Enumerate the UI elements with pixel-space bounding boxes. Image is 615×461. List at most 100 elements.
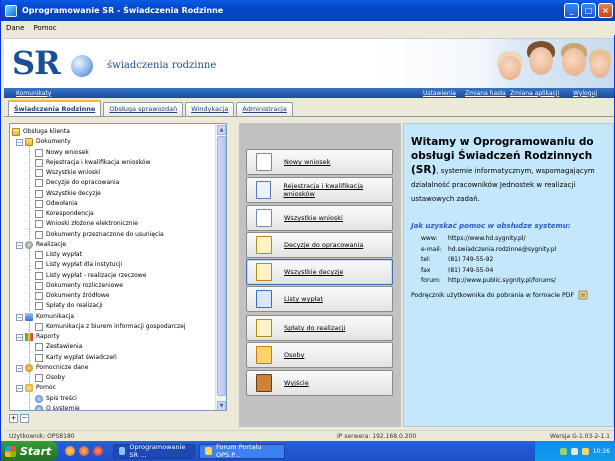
tree-item[interactable]: Wszystkie wnioski	[12, 167, 217, 178]
navigation-tree[interactable]: Obsługa klienta − Dokumenty Nowy wniosek Rej…	[9, 123, 227, 411]
tree-item[interactable]: Nowy wniosek	[12, 146, 217, 158]
maximize-button[interactable]: □	[581, 3, 596, 18]
collapse-toggle-icon[interactable]: −	[16, 313, 23, 321]
tree-item[interactable]: Zestawienia	[12, 341, 217, 353]
tree-item[interactable]: Karty wypłat świadczeń	[12, 351, 217, 363]
tree-item[interactable]: Spłaty do realizacji	[12, 300, 217, 312]
link-wyloguj[interactable]: Wyloguj	[573, 90, 597, 97]
tree-item-label: Decyzje do opracowania	[46, 179, 120, 187]
action-button-documents[interactable]: Wszystkie wnioski	[246, 205, 393, 231]
scroll-thumb[interactable]	[217, 136, 226, 396]
tree-item[interactable]: − Pomocnicze dane	[12, 363, 217, 373]
scroll-up-icon[interactable]: ▲	[217, 125, 226, 135]
doc-icon	[35, 374, 43, 382]
task-label-forum: Forum Portalu OPS.P...	[216, 443, 262, 459]
tree-item-label: Listy wypłat	[46, 251, 82, 258]
action-button-payment-list[interactable]: Listy wypłat	[246, 286, 393, 312]
tree-item[interactable]: Korespondencja	[12, 208, 217, 219]
tree-item[interactable]: Wnioski złożone elektronicznie	[12, 218, 217, 230]
tree-item-label: Zestawienia	[46, 343, 83, 351]
tab-obsluga-sprawozdan[interactable]: Obsługa sprawozdań	[103, 102, 184, 116]
pdf-download-icon[interactable]	[578, 290, 588, 300]
tree-item[interactable]: Decyzje do opracowania	[12, 177, 217, 189]
collapse-toggle-icon[interactable]: −	[16, 364, 23, 372]
contact-value[interactable]: http://www.public.sygnity.pl/forums/	[448, 277, 556, 284]
tree-item-label: Dokumenty	[36, 138, 71, 146]
firefox-icon[interactable]	[79, 446, 89, 456]
tree-item[interactable]: Listy wypłat - realizacje rzeczowe	[12, 269, 217, 281]
start-button[interactable]: Start	[1, 441, 58, 461]
collapse-toggle-icon[interactable]: −	[16, 385, 23, 393]
tree-item[interactable]: Spis treści	[12, 392, 217, 404]
tree-item[interactable]: O systemie	[12, 402, 217, 410]
tab-swiadczenia-rodzinne[interactable]: Świadczenia Rodzinne	[8, 100, 102, 116]
collapse-toggle-icon[interactable]: −	[16, 139, 23, 147]
tree-item[interactable]: − Pomoc	[12, 383, 217, 393]
people-icon	[256, 346, 272, 364]
minimize-button[interactable]: _	[564, 3, 579, 18]
browser-icon[interactable]	[65, 446, 75, 456]
action-button-label: Listy wypłat	[284, 295, 323, 303]
title-bar[interactable]: Oprogramowanie SR - Świadczenia Rodzinne…	[1, 0, 615, 21]
scroll-down-icon[interactable]: ▼	[217, 401, 226, 410]
doc-icon	[35, 292, 43, 300]
doc-icon	[35, 322, 43, 331]
chart-icon	[25, 333, 33, 341]
menu-pomoc[interactable]: Pomoc	[33, 24, 56, 32]
tray-security-icon[interactable]	[581, 447, 589, 455]
edit-document-icon	[256, 236, 272, 254]
tree-item[interactable]: − Komunikacja	[12, 312, 217, 322]
tree-item-label: Pomocnicze dane	[36, 363, 89, 371]
tree-item[interactable]: Dokumenty rozliczeniowe	[12, 279, 217, 291]
tree-item[interactable]: Komunikacja z biurem informacji gospodar…	[12, 320, 217, 332]
tree-item-label: Realizacje	[36, 240, 67, 248]
tree-scrollbar[interactable]: ▲ ▼	[215, 124, 226, 410]
tree-item[interactable]: Osoby	[12, 372, 217, 383]
tree-item[interactable]: Listy wypłat dla instytucji	[12, 259, 217, 271]
tree-items: Obsługa klienta − Dokumenty Nowy wniosek Rej…	[12, 127, 217, 410]
register-icon	[256, 181, 272, 199]
tray-volume-icon[interactable]	[570, 447, 578, 455]
close-button[interactable]: ×	[598, 3, 613, 18]
manual-link[interactable]: Podręcznik użytkownika do pobrania w for…	[411, 290, 588, 300]
collapse-all-button[interactable]: −	[20, 414, 29, 423]
action-button-edit-document[interactable]: Decyzje do opracowania	[246, 232, 393, 258]
contact-value[interactable]: hd.swiadczenia.rodzinne@sygnity.pl	[448, 246, 556, 253]
link-zmiana-aplikacji[interactable]: Zmiana aplikacji	[510, 90, 559, 97]
tree-item[interactable]: − Dokumenty	[12, 137, 217, 147]
opera-icon[interactable]	[93, 446, 103, 456]
help-icon	[25, 384, 33, 393]
tree-connector	[29, 320, 30, 332]
link-komunikaty[interactable]: Komunikaty	[16, 90, 51, 97]
tree-item[interactable]: Obsługa klienta	[12, 127, 217, 137]
contact-value[interactable]: https://www.hd.sygnity.pl/	[448, 235, 526, 242]
tab-administracja[interactable]: Administracja	[236, 102, 293, 116]
tree-item[interactable]: − Realizacje	[12, 240, 217, 250]
menu-dane[interactable]: Dane	[6, 24, 24, 32]
tree-item[interactable]: Wszystkie decyzje	[12, 187, 217, 199]
action-button-exit-door[interactable]: Wyjście	[246, 370, 393, 396]
collapse-toggle-icon[interactable]: −	[16, 241, 23, 249]
tree-item[interactable]: Dokumenty źródłowe	[12, 290, 217, 301]
tree-item[interactable]: Listy wypłat	[12, 249, 217, 260]
tab-windykacja[interactable]: Windykacja	[185, 102, 235, 116]
link-ustawienia[interactable]: Ustawienia	[423, 90, 456, 97]
tree-connector	[29, 300, 30, 312]
tree-item[interactable]: − Raporty	[12, 332, 217, 342]
action-button-decisions[interactable]: Wszystkie decyzje	[246, 259, 393, 285]
tray-network-icon[interactable]	[559, 447, 567, 455]
action-button-new-document[interactable]: Nowy wniosek	[246, 149, 393, 175]
action-button-people[interactable]: Osoby	[246, 342, 393, 368]
tree-item[interactable]: Dokumenty przeznaczone do usunięcia	[12, 228, 217, 240]
expand-all-button[interactable]: +	[9, 414, 18, 423]
taskbar-item-forum[interactable]: Forum Portalu OPS.P...	[199, 443, 285, 459]
quick-launch	[65, 446, 103, 456]
doc-icon	[35, 220, 43, 229]
link-zmiana-hasla[interactable]: Zmiana hasła	[465, 90, 506, 97]
collapse-toggle-icon[interactable]: −	[16, 334, 23, 341]
taskbar-item-sr[interactable]: Oprogramowanie SR ...	[113, 443, 195, 459]
tree-item[interactable]: Rejestracja i kwalifikacja wniosków	[12, 156, 217, 168]
tree-item[interactable]: Odwołania	[12, 197, 217, 209]
action-button-repayment[interactable]: Spłaty do realizacji	[246, 315, 393, 341]
action-button-register[interactable]: Rejestracja i kwalifikacja wniosków	[246, 177, 393, 203]
